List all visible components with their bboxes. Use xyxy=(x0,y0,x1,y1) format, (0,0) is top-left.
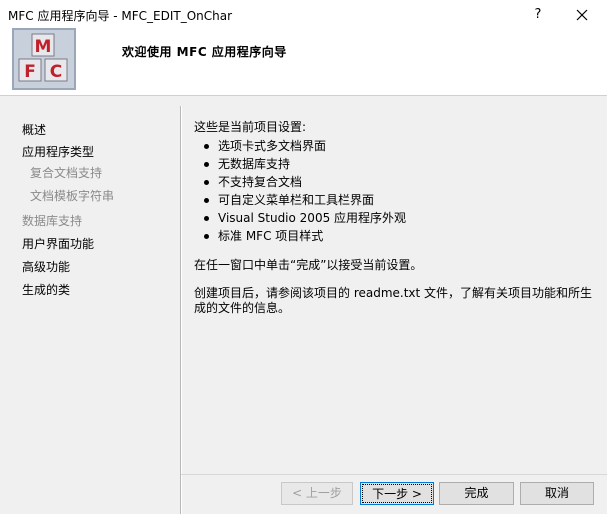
logo-letter-f: F xyxy=(24,62,36,82)
list-item: Visual Studio 2005 应用程序外观 xyxy=(194,209,594,227)
window-title: MFC 应用程序向导 - MFC_EDIT_OnChar xyxy=(8,9,233,23)
sidebar-item-application-type[interactable]: 应用程序类型 xyxy=(22,143,94,160)
settings-summary: 这些是当前项目设置: 选项卡式多文档界面 无数据库支持 不支持复合文档 可自定义… xyxy=(194,118,594,316)
sidebar-item-document-template: 文档模板字符串 xyxy=(30,189,115,203)
readme-note: 创建项目后，请参阅该项目的 readme.txt 文件，了解有关项目功能和所生 … xyxy=(194,286,594,316)
close-icon xyxy=(576,9,588,21)
sidebar-item-advanced-features[interactable]: 高级功能 xyxy=(22,258,70,275)
bullet-icon xyxy=(204,162,209,167)
bullet-icon xyxy=(204,144,209,149)
sidebar-item-overview[interactable]: 概述 xyxy=(22,121,46,138)
list-item: 不支持复合文档 xyxy=(194,173,594,191)
bullet-icon xyxy=(204,216,209,221)
wizard-banner xyxy=(0,30,607,96)
readme-note-line-1: 创建项目后，请参阅该项目的 readme.txt 文件，了解有关项目功能和所生 xyxy=(194,286,593,300)
close-button[interactable] xyxy=(566,3,598,27)
logo-letter-c: C xyxy=(50,62,62,82)
finish-button[interactable]: 完成 xyxy=(439,482,514,505)
summary-intro: 这些是当前项目设置: xyxy=(194,120,307,134)
sidebar-item-compound-document: 复合文档支持 xyxy=(30,166,103,180)
title-bar: MFC 应用程序向导 - MFC_EDIT_OnChar ? xyxy=(0,0,607,30)
sidebar-item-database-support: 数据库支持 xyxy=(22,214,83,228)
mfc-logo-icon: M F C xyxy=(12,28,76,90)
next-button[interactable]: 下一步 > xyxy=(360,482,434,505)
button-row-divider xyxy=(181,474,607,475)
settings-list: 选项卡式多文档界面 无数据库支持 不支持复合文档 可自定义菜单栏和工具栏界面 V… xyxy=(194,137,594,245)
bullet-icon xyxy=(204,198,209,203)
list-item: 选项卡式多文档界面 xyxy=(194,137,594,155)
readme-note-line-2: 成的文件的信息。 xyxy=(194,301,291,315)
bullet-icon xyxy=(204,180,209,185)
list-item: 可自定义菜单栏和工具栏界面 xyxy=(194,191,594,209)
back-button[interactable]: < 上一步 xyxy=(281,482,353,505)
cancel-button[interactable]: 取消 xyxy=(520,482,594,505)
list-item: 无数据库支持 xyxy=(194,155,594,173)
logo-letter-m: M xyxy=(35,37,52,57)
bullet-icon xyxy=(204,234,209,239)
finish-instruction: 在任一窗口中单击“完成”以接受当前设置。 xyxy=(194,258,423,272)
sidebar-item-generated-classes[interactable]: 生成的类 xyxy=(22,281,70,298)
list-item: 标准 MFC 项目样式 xyxy=(194,227,594,245)
page-title: 欢迎使用 MFC 应用程序向导 xyxy=(122,45,287,59)
help-button[interactable]: ? xyxy=(524,3,552,27)
sidebar-item-ui-features[interactable]: 用户界面功能 xyxy=(22,235,94,252)
